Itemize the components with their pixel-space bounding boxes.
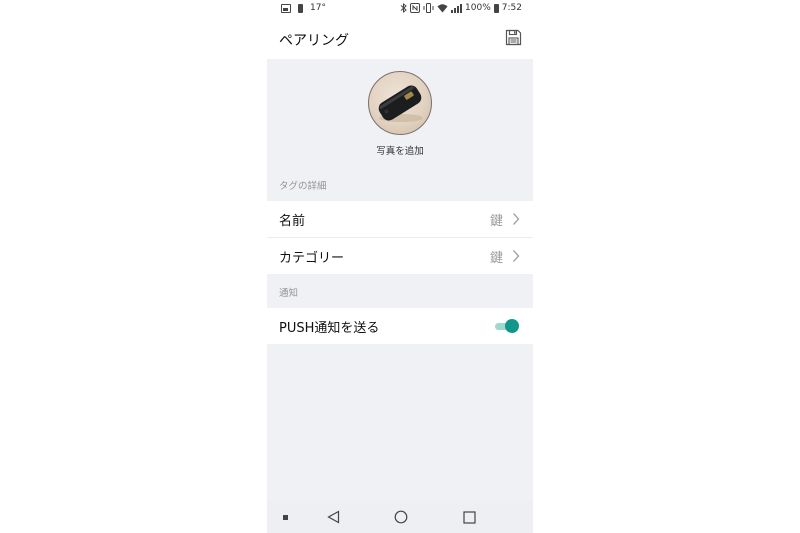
push-notification-label: PUSH通知を送る [279,321,380,336]
photo-section: 写真を追加 [267,59,533,165]
signal-icon [451,3,463,13]
status-right: 100% 7:52 [400,3,522,13]
nfc-icon [410,3,421,13]
push-notification-row: PUSH通知を送る [267,308,533,344]
chevron-right-icon [513,250,520,262]
navigation-bar [267,501,533,533]
status-left: 17° [281,3,326,13]
recents-icon [462,510,476,524]
back-button[interactable] [323,501,343,533]
name-value: 鍵 [489,214,503,229]
chevron-right-icon [513,213,520,225]
name-row[interactable]: 名前 鍵 [267,201,533,237]
bluetooth-icon [400,3,407,13]
category-label: カテゴリー [279,251,345,266]
temperature-text: 17° [310,3,326,13]
category-value: 鍵 [489,251,503,266]
tag-details-section-label: タグの詳細 [279,181,327,192]
home-button[interactable] [391,501,411,533]
image-icon [281,3,291,13]
app-header: ペアリング [267,18,533,59]
battery-icon [493,3,499,13]
vibrate-icon [423,3,434,13]
square-dot-icon [282,514,288,520]
key-case-image [378,85,423,122]
notification-section-label: 通知 [279,288,299,299]
category-row[interactable]: カテゴリー 鍵 [267,238,533,274]
wifi-icon [437,4,448,13]
push-notification-toggle[interactable] [495,319,519,333]
phone-screen: 17° 100% 7:52 ペアリング 写真を追加 タグの詳細 名前 鍵 カテゴ… [267,0,533,533]
home-icon [394,510,408,524]
recents-button[interactable] [459,501,479,533]
tag-photo[interactable] [368,71,432,135]
save-icon[interactable] [505,29,522,46]
square-dot-button[interactable] [279,501,291,533]
status-bar: 17° 100% 7:52 [267,0,533,18]
page-title: ペアリング [279,33,349,49]
back-icon [326,510,339,524]
clock-text: 7:52 [501,3,522,13]
add-photo-link[interactable]: 写真を追加 [267,143,533,157]
toggle-knob [505,319,519,333]
name-label: 名前 [279,214,306,229]
battery-icon [298,3,303,13]
battery-percent-text: 100% [465,3,491,13]
